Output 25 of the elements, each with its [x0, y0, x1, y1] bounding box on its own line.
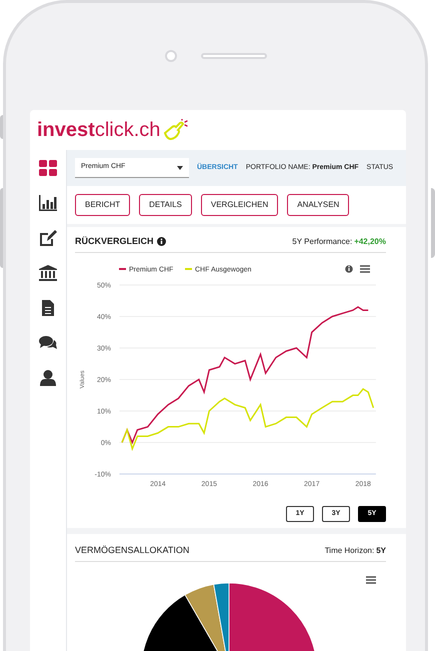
- grid-icon[interactable]: [39, 160, 57, 176]
- report-button[interactable]: BERICHT: [75, 194, 130, 216]
- card-title: VERMÖGENSALLOKATION: [75, 544, 190, 557]
- report-button[interactable]: VERGLEICHEN: [200, 194, 278, 216]
- performance-label: 5Y Performance:: [292, 236, 352, 248]
- card-title: RÜCKVERGLEICH: [75, 234, 154, 248]
- caret-icon: [177, 166, 183, 170]
- document-icon[interactable]: [39, 300, 57, 316]
- logo-text: investclick.ch: [37, 120, 160, 140]
- performance-value: +42,20%: [354, 236, 386, 248]
- camera-icon: [164, 50, 176, 62]
- horizon-value: 5Y: [376, 544, 386, 556]
- info-icon[interactable]: [345, 265, 353, 273]
- bank-icon[interactable]: [39, 265, 57, 281]
- info-icon: [156, 237, 166, 246]
- report-button[interactable]: ANALYSEN: [287, 194, 350, 216]
- chat-icon[interactable]: [39, 335, 57, 351]
- horizon-label: Time Horizon:: [324, 544, 374, 556]
- menu-icon[interactable]: [366, 576, 376, 584]
- report-button[interactable]: DETAILS: [139, 194, 192, 216]
- menu-icon[interactable]: [359, 265, 371, 273]
- user-icon[interactable]: [39, 370, 57, 386]
- speaker-icon: [200, 53, 266, 59]
- edit-icon[interactable]: [39, 230, 57, 246]
- bar-chart-icon[interactable]: [39, 195, 57, 211]
